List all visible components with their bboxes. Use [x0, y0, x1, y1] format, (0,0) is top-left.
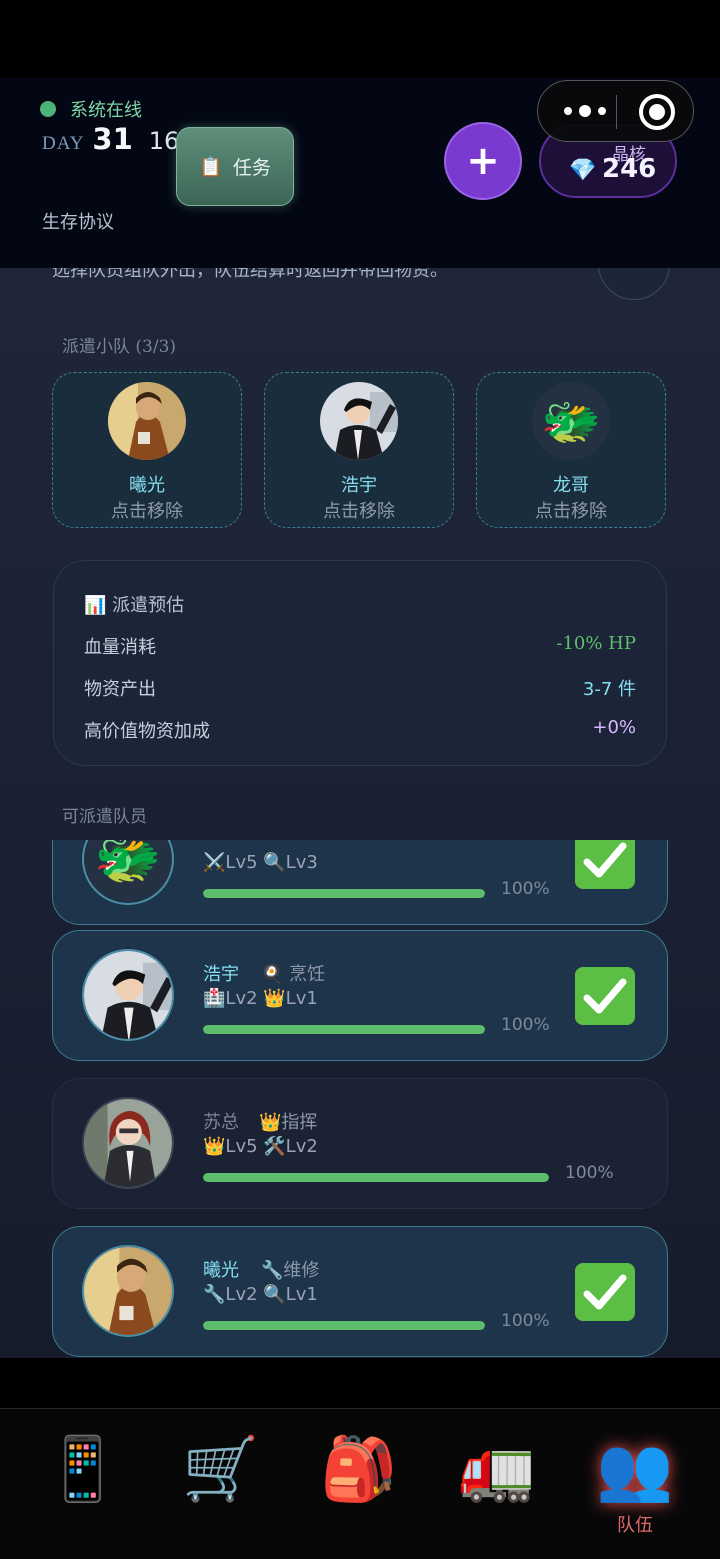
- tab-team[interactable]: 👥 队伍: [580, 1429, 690, 1536]
- gem-icon: 💎: [569, 158, 597, 183]
- capsule-divider: [616, 95, 617, 129]
- more-options-icon[interactable]: [558, 95, 612, 127]
- close-miniprogram-icon[interactable]: [639, 94, 675, 130]
- survival-protocol-link[interactable]: 生存协议: [42, 208, 114, 234]
- estimate-label: 高价值物资加成: [84, 721, 210, 742]
- task-button[interactable]: 📋 任务: [176, 127, 294, 206]
- check-icon[interactable]: [575, 840, 635, 889]
- tab-team-label: 队伍: [617, 1515, 653, 1536]
- day-number: 31: [92, 122, 133, 156]
- task-button-label: 任务: [232, 157, 271, 179]
- member-card[interactable]: 苏总 👑指挥 👑Lv5 🛠️Lv2 100%: [52, 1078, 668, 1209]
- system-status: 系统在线: [40, 96, 142, 122]
- estimate-label: 血量消耗: [84, 637, 156, 658]
- slot-member-name: 龙哥: [553, 475, 589, 496]
- tab-backpack[interactable]: 🎒: [304, 1429, 414, 1529]
- bottom-tab-bar: 📱 🛒 🎒 🚛 👥 队伍: [0, 1408, 720, 1559]
- member-list[interactable]: 🐲 ⚔️Lv5 🔍Lv3 100% 浩宇 🍳 烹饪 🏥Lv2 👑Lv1 100%…: [0, 840, 720, 1358]
- dispatch-panel[interactable]: 选择队员组队外出，队伍结算时返回并带回物资。 派遣小队 (3/3) 曦光 点击移…: [0, 268, 720, 1358]
- dragon-icon: 🐲: [82, 840, 174, 905]
- member-name: 浩宇: [203, 964, 239, 985]
- avatar-suzong: [82, 1097, 174, 1189]
- check-icon[interactable]: [575, 967, 635, 1025]
- status-bar-area: [0, 0, 720, 78]
- estimate-label: 物资产出: [84, 679, 156, 700]
- avatar-haoyu: [320, 382, 398, 460]
- hp-bar: [203, 1025, 485, 1034]
- member-skills: 🔧Lv2 🔍Lv1: [203, 1284, 318, 1305]
- backpack-icon: 🎒: [320, 1432, 398, 1505]
- dragon-icon: 🐲: [532, 382, 610, 460]
- truck-icon: 🚛: [458, 1432, 536, 1505]
- hp-bar: [203, 1173, 549, 1182]
- avatar-haoyu: [82, 949, 174, 1041]
- system-status-text: 系统在线: [70, 100, 142, 121]
- hp-percent: 100%: [501, 1311, 550, 1331]
- estimate-row: 血量消耗 -10% HP: [84, 633, 636, 659]
- member-card[interactable]: 🐲 ⚔️Lv5 🔍Lv3 100%: [52, 840, 668, 925]
- slot-member-name: 曦光: [129, 475, 165, 496]
- tab-phone[interactable]: 📱: [28, 1429, 138, 1529]
- available-section-title: 可派遣队员: [62, 807, 147, 827]
- day-counter: DAY 31 16: [42, 122, 179, 156]
- estimate-row: 高价值物资加成 +0%: [84, 717, 636, 743]
- dispatch-estimate-card: 📊 派遣预估 血量消耗 -10% HP 物资产出 3-7 件 高价值物资加成 +…: [53, 560, 667, 766]
- member-skills: 👑Lv5 🛠️Lv2: [203, 1136, 318, 1157]
- miniprogram-capsule: [537, 80, 694, 142]
- member-name: 苏总: [203, 1112, 239, 1133]
- avatar-xiguang: [108, 382, 186, 460]
- panel-description: 选择队员组队外出，队伍结算时返回并带回物资。: [52, 268, 448, 281]
- hp-percent: 100%: [501, 879, 550, 899]
- phone-icon: 📱: [44, 1432, 122, 1505]
- member-skills: 🏥Lv2 👑Lv1: [203, 988, 318, 1009]
- estimate-value: +0%: [592, 717, 636, 738]
- hp-bar-fill: [203, 1025, 485, 1034]
- hp-percent: 100%: [565, 1163, 614, 1183]
- squad-slot[interactable]: 🐲 龙哥 点击移除: [476, 372, 666, 528]
- slot-remove-hint: 点击移除: [111, 501, 183, 522]
- slot-member-name: 浩宇: [341, 475, 377, 496]
- panel-round-button[interactable]: [598, 268, 670, 300]
- member-role: 👑指挥: [259, 1112, 318, 1133]
- hp-bar: [203, 1321, 485, 1330]
- crystal-value: 246: [602, 154, 657, 184]
- online-dot-icon: [40, 101, 56, 117]
- hp-bar-fill: [203, 1321, 485, 1330]
- tab-shop[interactable]: 🛒: [166, 1429, 276, 1529]
- member-name: 曦光: [203, 1260, 239, 1281]
- slot-remove-hint: 点击移除: [535, 501, 607, 522]
- bottom-spacer: [0, 1358, 720, 1408]
- estimate-title: 📊 派遣预估: [84, 595, 185, 616]
- squad-slot[interactable]: 曦光 点击移除: [52, 372, 242, 528]
- squad-section-title: 派遣小队 (3/3): [62, 337, 177, 357]
- avatar-xiguang: [82, 1245, 174, 1337]
- squad-slot[interactable]: 浩宇 点击移除: [264, 372, 454, 528]
- add-button[interactable]: +: [444, 122, 522, 200]
- check-icon[interactable]: [575, 1263, 635, 1321]
- member-card[interactable]: 浩宇 🍳 烹饪 🏥Lv2 👑Lv1 100%: [52, 930, 668, 1061]
- hp-bar-fill: [203, 1173, 549, 1182]
- hp-bar-fill: [203, 889, 485, 898]
- member-card[interactable]: 曦光 🔧维修 🔧Lv2 🔍Lv1 100%: [52, 1226, 668, 1357]
- hp-percent: 100%: [501, 1015, 550, 1035]
- estimate-row: 物资产出 3-7 件: [84, 675, 636, 701]
- estimate-value: 3-7 件: [582, 679, 636, 700]
- team-icon: 👥: [596, 1432, 674, 1505]
- clipboard-icon: 📋: [199, 156, 223, 178]
- estimate-value: -10% HP: [556, 633, 636, 654]
- member-role: 🔧维修: [261, 1260, 320, 1281]
- day-label: DAY: [42, 133, 85, 154]
- day-hour: 16: [148, 127, 180, 155]
- member-skills: ⚔️Lv5 🔍Lv3: [203, 852, 318, 873]
- shopping-cart-icon: 🛒: [182, 1432, 260, 1505]
- member-role: 🍳 烹饪: [261, 964, 326, 985]
- tab-truck[interactable]: 🚛: [442, 1429, 552, 1529]
- slot-remove-hint: 点击移除: [323, 501, 395, 522]
- hp-bar: [203, 889, 485, 898]
